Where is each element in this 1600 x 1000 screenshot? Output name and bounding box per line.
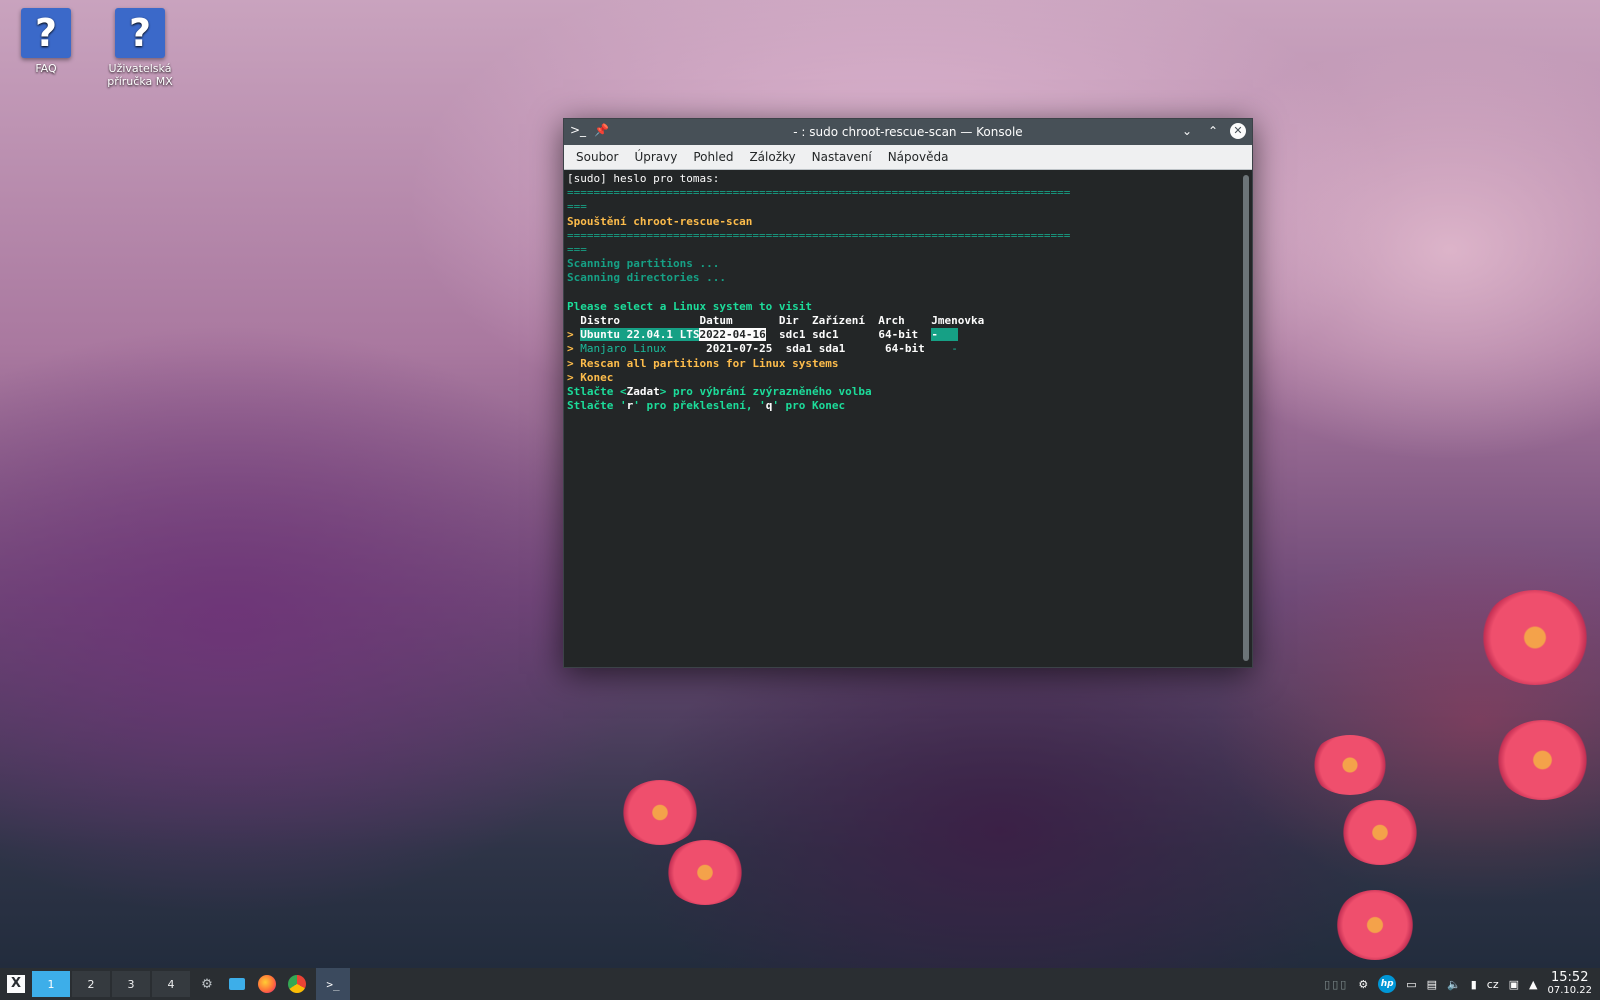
rule-line: ========================================…	[567, 228, 1071, 242]
desktop-pager-4[interactable]: 4	[152, 971, 190, 997]
flower-decoration	[1495, 720, 1590, 800]
scrollbar[interactable]	[1243, 175, 1249, 661]
desktop-pager-3[interactable]: 3	[112, 971, 150, 997]
system-tray: ▯▯▯ ⚙ hp ▭ ▤ 🔈 ▮ cz ▣ ▲ 15:52 07.10.22	[1324, 968, 1592, 1000]
app-menu-button[interactable]: X	[0, 968, 32, 1000]
help-icon: ?	[115, 8, 165, 58]
prompt-line: [sudo] heslo pro tomas:	[567, 172, 720, 185]
window-title: - : sudo chroot-rescue-scan — Konsole	[793, 125, 1023, 139]
flower-decoration	[620, 780, 700, 845]
terminal-output[interactable]: [sudo] heslo pro tomas: ================…	[564, 170, 1240, 667]
minimize-button[interactable]: ⌄	[1178, 122, 1196, 140]
table-row[interactable]: > Manjaro Linux 2021-07-25 sda1 sda1 64-…	[567, 342, 958, 355]
row-dir: sdc1	[778, 328, 806, 342]
clock-time: 15:52	[1551, 970, 1589, 985]
display-icon[interactable]: ▣	[1509, 978, 1519, 991]
desktop-icon-label: FAQ	[35, 62, 57, 75]
scan-directories-line: Scanning directories ...	[567, 271, 726, 285]
taskbar: X 1 2 3 4 ⚙ >_ ▯▯▯ ⚙ hp ▭ ▤ 🔈 ▮ cz ▣ ▲ 1…	[0, 968, 1600, 1000]
flower-decoration	[665, 840, 745, 905]
row-datum: 2022-04-16	[699, 328, 766, 342]
hint-keys: Stlačte 'r' pro překleslení, 'q' pro Kon…	[567, 399, 846, 413]
row-marker: >	[567, 342, 581, 356]
battery-slots-icon: ▯▯▯	[1324, 977, 1349, 991]
flower-decoration	[1340, 800, 1420, 865]
menu-settings[interactable]: Nastavení	[804, 150, 880, 164]
hp-icon[interactable]: hp	[1378, 975, 1397, 993]
row-device: sda1	[818, 342, 846, 356]
tray-expand-icon[interactable]: ▲	[1529, 978, 1537, 991]
clipboard-icon[interactable]: ▤	[1427, 978, 1437, 991]
row-arch: 64-bit	[884, 342, 925, 356]
heading-line: Spouštění chroot-rescue-scan	[567, 214, 753, 228]
rule-tail: ===	[567, 200, 587, 214]
konsole-window[interactable]: >_ 📌 - : sudo chroot-rescue-scan — Konso…	[563, 118, 1253, 668]
row-arch: 64-bit	[878, 328, 919, 342]
firefox-launcher[interactable]	[252, 968, 282, 1000]
table-header: Distro Datum Dir Zařízení Arch Jmenovka	[567, 314, 985, 328]
row-dir: sda1	[785, 342, 813, 356]
hint-enter: Stlačte <Zadat> pro výbrání zvýrazněného…	[567, 385, 872, 399]
help-icon: ?	[21, 8, 71, 58]
title-bar[interactable]: >_ 📌 - : sudo chroot-rescue-scan — Konso…	[564, 119, 1252, 145]
row-device: sdc1	[812, 328, 839, 342]
desktop-pager-2[interactable]: 2	[72, 971, 110, 997]
mx-logo-icon: X	[7, 975, 25, 993]
clock[interactable]: 15:52 07.10.22	[1547, 971, 1592, 997]
row-distro: Ubuntu 22.04.1 LTS	[580, 328, 700, 342]
menu-help[interactable]: Nápověda	[880, 150, 957, 164]
maximize-button[interactable]: ⌃	[1204, 122, 1222, 140]
flower-decoration	[1310, 735, 1390, 795]
menu-bookmarks[interactable]: Záložky	[741, 150, 803, 164]
terminal-icon: >_	[326, 977, 340, 991]
clock-date: 07.10.22	[1547, 985, 1592, 996]
settings-icon: ⚙	[201, 976, 213, 992]
folder-icon	[229, 978, 245, 990]
keyboard-layout[interactable]: cz	[1487, 978, 1499, 991]
desktop-pager-1[interactable]: 1	[32, 971, 70, 997]
desktop-icon-faq[interactable]: ? FAQ	[6, 8, 86, 75]
terminal-icon[interactable]: >_	[570, 123, 586, 137]
option-rescan[interactable]: > Rescan all partitions for Linux system…	[567, 357, 839, 370]
row-datum: 2021-07-25	[706, 342, 773, 356]
menu-view[interactable]: Pohled	[685, 150, 741, 164]
printer-icon[interactable]: ▭	[1406, 978, 1416, 991]
file-manager-launcher[interactable]	[222, 968, 252, 1000]
network-icon[interactable]: ⚙	[1358, 978, 1368, 991]
scan-partitions-line: Scanning partitions ...	[567, 257, 720, 271]
close-button[interactable]: ✕	[1230, 123, 1246, 139]
rule-line: ========================================…	[567, 186, 1071, 200]
row-label: -	[931, 328, 938, 342]
row-label: -	[951, 342, 958, 356]
row-distro: Manjaro Linux	[580, 342, 667, 356]
chrome-launcher[interactable]	[282, 968, 312, 1000]
firefox-icon	[258, 975, 276, 993]
konsole-task[interactable]: >_	[316, 968, 350, 1000]
desktop-icon-label: Uživatelská příručka MX	[107, 62, 173, 88]
select-prompt: Please select a Linux system to visit	[567, 299, 813, 313]
pin-icon[interactable]: 📌	[594, 123, 609, 137]
table-row-selected[interactable]: > Ubuntu 22.04.1 LTS2022-04-16 sdc1 sdc1…	[567, 328, 958, 342]
menu-bar: Soubor Úpravy Pohled Záložky Nastavení N…	[564, 145, 1252, 170]
settings-launcher[interactable]: ⚙	[192, 968, 222, 1000]
menu-file[interactable]: Soubor	[568, 150, 626, 164]
menu-edit[interactable]: Úpravy	[626, 150, 685, 164]
flower-decoration	[1480, 590, 1590, 685]
row-marker: >	[567, 328, 581, 342]
desktop-icon-user-guide[interactable]: ? Uživatelská příručka MX	[100, 8, 180, 88]
rule-tail: ===	[567, 243, 587, 257]
volume-icon[interactable]: 🔈	[1447, 978, 1461, 991]
battery-icon[interactable]: ▮	[1471, 978, 1477, 991]
option-quit[interactable]: > Konec	[567, 371, 613, 384]
chrome-icon	[288, 975, 306, 993]
flower-decoration	[1335, 890, 1415, 960]
